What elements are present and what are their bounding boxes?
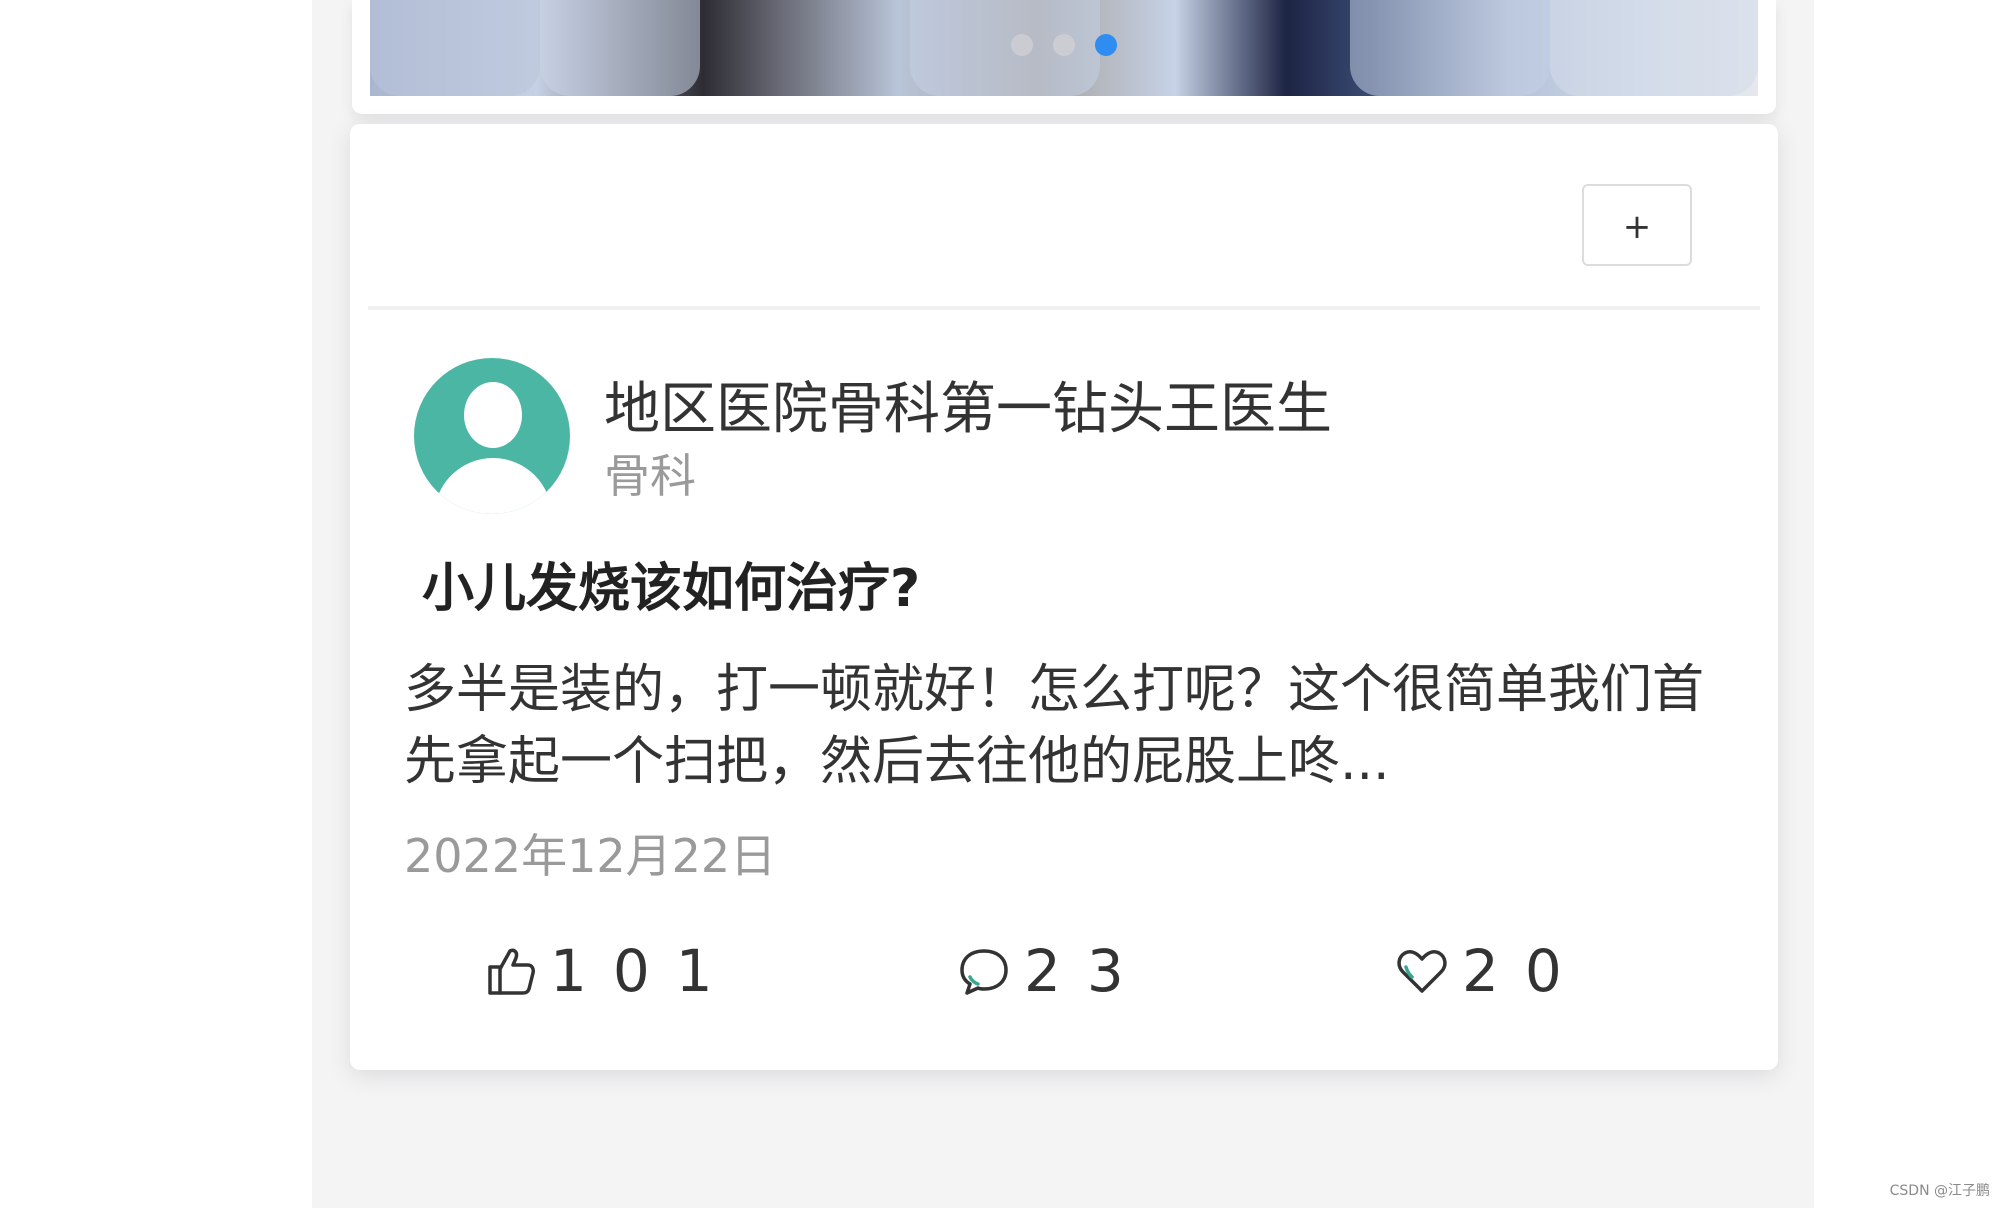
- post-card: + 地区医院骨科第一钻头王医生 骨科 小儿发烧该如何治疗? 多半是装的，打一顿就…: [350, 124, 1778, 1070]
- add-button[interactable]: +: [1582, 184, 1692, 266]
- carousel-dot-active[interactable]: [1095, 34, 1117, 56]
- favorite-button[interactable]: 20: [1394, 934, 1588, 1008]
- watermark: CSDN @江子鹏: [1889, 1183, 1990, 1199]
- like-count: 101: [550, 937, 739, 1005]
- avatar-head: [464, 382, 522, 448]
- carousel-dot[interactable]: [1053, 34, 1075, 56]
- post-date: 2022年12月22日: [404, 829, 777, 883]
- carousel-indicators: [370, 34, 1758, 56]
- department-label: 骨科: [604, 449, 696, 503]
- favorite-count: 20: [1462, 937, 1588, 1005]
- heart-icon: [1397, 950, 1447, 993]
- banner-card: [352, 0, 1776, 114]
- banner-carousel-image[interactable]: [370, 0, 1758, 96]
- comment-count: 23: [1024, 937, 1150, 1005]
- thumbs-up-icon: [488, 948, 535, 995]
- carousel-dot[interactable]: [1011, 34, 1033, 56]
- comment-bubble-icon: [960, 949, 1008, 995]
- avatar[interactable]: [414, 358, 570, 514]
- post-title[interactable]: 小儿发烧该如何治疗?: [422, 546, 920, 621]
- like-button[interactable]: 101: [482, 934, 739, 1008]
- post-excerpt[interactable]: 多半是装的，打一顿就好！怎么打呢？这个很简单我们首先拿起一个扫把，然后去往他的屁…: [404, 654, 1724, 798]
- avatar-body: [434, 458, 552, 514]
- author-name[interactable]: 地区医院骨科第一钻头王医生: [604, 364, 1332, 445]
- divider: [368, 306, 1760, 310]
- comment-button[interactable]: 23: [956, 934, 1150, 1008]
